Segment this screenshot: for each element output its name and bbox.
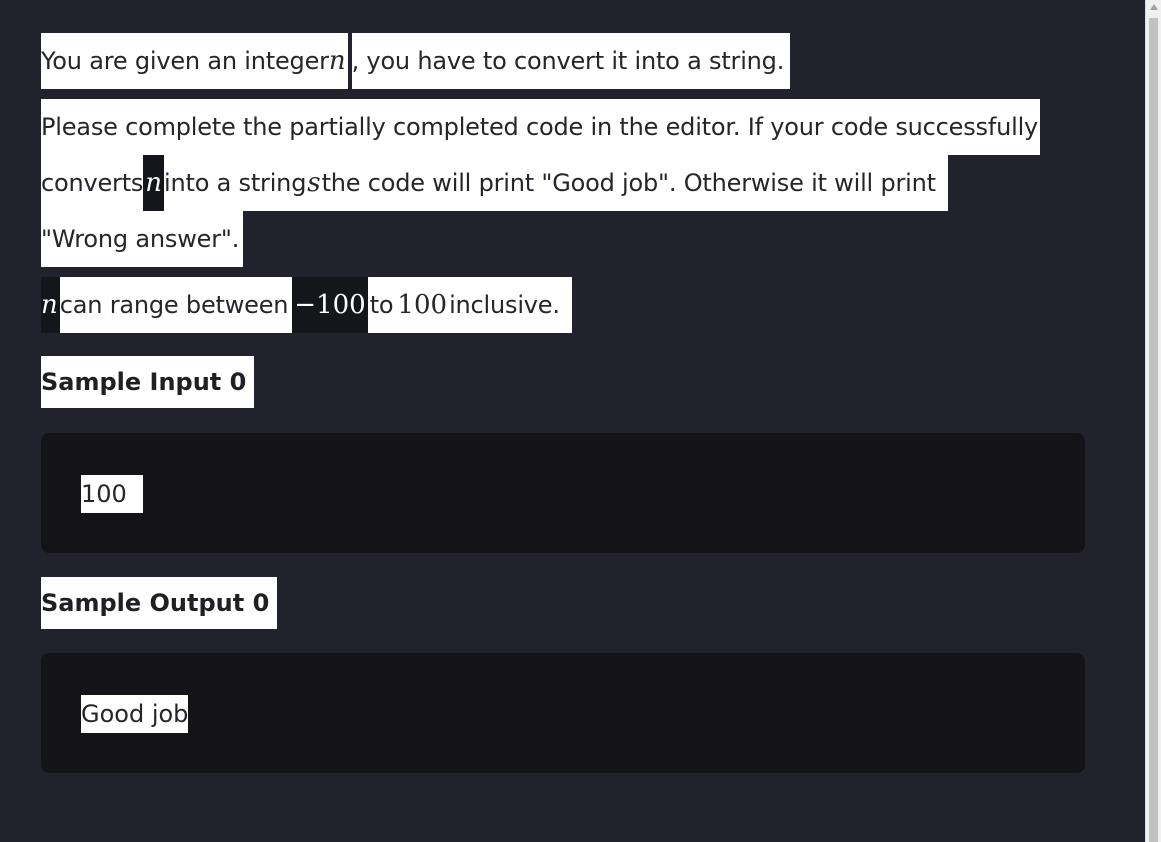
math-variable-n: n bbox=[41, 277, 60, 333]
statement-text: into a string bbox=[164, 155, 306, 211]
sample-input-heading: Sample Input 0 bbox=[41, 356, 255, 408]
constraint-text: can range between bbox=[59, 277, 293, 333]
problem-statement-page: You are given an integer n, you have to … bbox=[0, 0, 1145, 842]
statement-line-3: converts n into a string s the code will… bbox=[41, 155, 948, 211]
statement-text: , you have to convert it into a string. bbox=[351, 33, 791, 89]
statement-text: You are given an integer bbox=[41, 33, 329, 89]
sample-output-codeblock: Good job bbox=[41, 653, 1085, 773]
math-min-value: −100 bbox=[292, 277, 368, 333]
sample-input-codeblock: 100 bbox=[41, 433, 1085, 553]
math-variable-s: s bbox=[306, 155, 322, 211]
statement-text: the code will print "Good job". Otherwis… bbox=[321, 155, 948, 211]
sample-output-heading: Sample Output 0 bbox=[41, 577, 278, 629]
statement-text: Please complete the partially completed … bbox=[41, 99, 1041, 155]
math-max-value: 100 bbox=[395, 277, 450, 333]
statement-text: converts bbox=[41, 155, 143, 211]
statement-line-2: Please complete the partially completed … bbox=[41, 99, 1041, 155]
constraint-line: n can range between −100 to 100 inclusiv… bbox=[41, 277, 572, 333]
scroll-up-arrow-icon[interactable] bbox=[1150, 4, 1158, 10]
scrollbar-thumb[interactable] bbox=[1149, 18, 1158, 842]
constraint-text: to bbox=[367, 277, 396, 333]
vertical-scrollbar[interactable] bbox=[1145, 0, 1161, 842]
constraint-text: inclusive. bbox=[449, 277, 572, 333]
statement-line-1: You are given an integer n, you have to … bbox=[41, 33, 791, 89]
statement-text: "Wrong answer". bbox=[41, 211, 244, 267]
statement-line-4: "Wrong answer". bbox=[41, 211, 244, 267]
math-variable-n: n bbox=[328, 33, 348, 89]
sample-input-value: 100 bbox=[81, 475, 143, 513]
sample-output-value: Good job bbox=[81, 695, 189, 733]
math-variable-n: n bbox=[143, 155, 164, 211]
